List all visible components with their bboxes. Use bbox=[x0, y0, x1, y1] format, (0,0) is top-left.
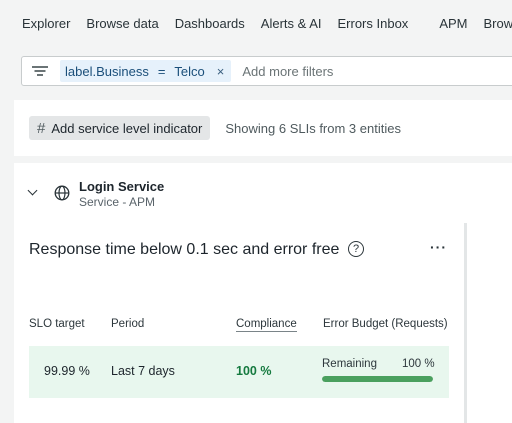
filter-operator: = bbox=[157, 63, 166, 79]
more-options-icon[interactable]: ··· bbox=[430, 239, 447, 255]
add-sli-button[interactable]: # Add service level indicator bbox=[29, 116, 211, 140]
filter-key: label.Business bbox=[65, 63, 149, 79]
budget-remaining-label: Remaining bbox=[322, 358, 377, 370]
cell-period: Last 7 days bbox=[111, 364, 175, 378]
globe-icon bbox=[54, 185, 70, 201]
filter-pill[interactable]: label.Business = Telco × bbox=[60, 60, 232, 82]
hash-icon: # bbox=[37, 119, 46, 137]
budget-remaining-value: 100 % bbox=[402, 358, 435, 370]
nav-dashboards[interactable]: Dashboards bbox=[175, 16, 245, 31]
add-sli-label: Add service level indicator bbox=[51, 120, 203, 136]
top-nav: Explorer Browse data Dashboards Alerts &… bbox=[0, 0, 512, 46]
panel-divider bbox=[464, 223, 467, 423]
budget-progress-fill bbox=[322, 376, 433, 382]
filter-value: Telco bbox=[174, 63, 205, 79]
cell-slo-target: 99.99 % bbox=[44, 364, 90, 378]
chevron-down-icon[interactable] bbox=[27, 185, 38, 196]
entity-name[interactable]: Login Service bbox=[79, 179, 164, 194]
filter-bar[interactable]: label.Business = Telco × Add more filter… bbox=[21, 56, 512, 86]
col-compliance[interactable]: Compliance bbox=[236, 318, 297, 332]
entity-type: Service - APM bbox=[79, 195, 156, 209]
sli-title: Response time below 0.1 sec and error fr… bbox=[29, 241, 340, 258]
col-period: Period bbox=[111, 318, 145, 330]
nav-browse-data[interactable]: Browse data bbox=[86, 16, 158, 31]
sli-summary: Showing 6 SLIs from 3 entities bbox=[225, 120, 401, 136]
col-error-budget: Error Budget (Requests) bbox=[323, 318, 448, 330]
sli-toolbar: # Add service level indicator Showing 6 … bbox=[14, 100, 512, 156]
sli-card: Response time below 0.1 sec and error fr… bbox=[14, 223, 464, 423]
nav-explorer[interactable]: Explorer bbox=[22, 16, 70, 31]
help-icon[interactable]: ? bbox=[348, 241, 364, 257]
table-row[interactable]: 99.99 % Last 7 days 100 % Remaining 100 … bbox=[29, 346, 449, 398]
filter-icon[interactable] bbox=[32, 64, 48, 78]
cell-compliance: 100 % bbox=[236, 364, 272, 378]
nav-errors-inbox[interactable]: Errors Inbox bbox=[338, 16, 409, 31]
budget-progress-bar bbox=[322, 376, 433, 382]
filter-input[interactable]: Add more filters bbox=[242, 64, 333, 79]
nav-browser[interactable]: Browser bbox=[483, 16, 512, 31]
remove-filter-icon[interactable]: × bbox=[217, 64, 225, 79]
nav-alerts-ai[interactable]: Alerts & AI bbox=[261, 16, 322, 31]
col-slo-target: SLO target bbox=[29, 318, 85, 330]
nav-apm[interactable]: APM bbox=[439, 16, 467, 31]
